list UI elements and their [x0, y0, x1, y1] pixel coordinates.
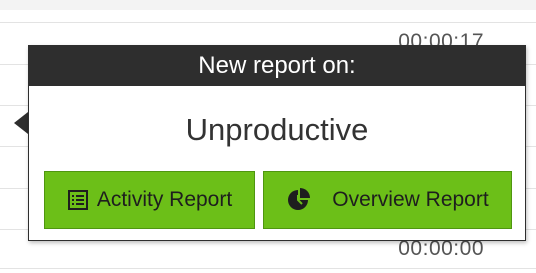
- activity-report-button[interactable]: Activity Report: [44, 171, 255, 229]
- table-row-divider: [0, 268, 536, 269]
- pie-chart-icon: [286, 188, 311, 212]
- list-icon: [67, 189, 89, 211]
- overview-report-label: Overview Report: [332, 188, 489, 211]
- table-row-divider: [0, 22, 536, 23]
- popover-body: Unproductive: [29, 86, 525, 150]
- activity-report-label: Activity Report: [96, 188, 233, 211]
- new-report-popover: New report on: Unproductive Activity Rep…: [28, 45, 526, 241]
- popover-header: New report on:: [29, 46, 525, 86]
- popover-arrow: [14, 112, 28, 134]
- overview-report-button[interactable]: Overview Report: [263, 171, 512, 229]
- table-top-edge: [0, 0, 536, 10]
- report-button-row: Activity Report Overview Report: [44, 171, 512, 229]
- report-subject-title: Unproductive: [185, 112, 369, 147]
